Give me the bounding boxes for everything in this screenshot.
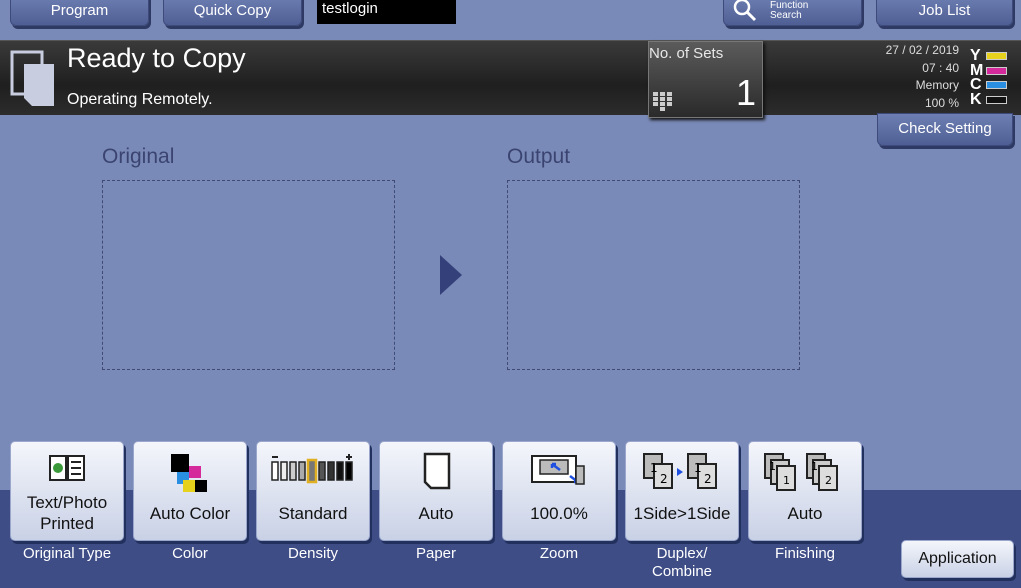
color-value: Auto Color: [149, 504, 231, 523]
duplex-label-line1: Duplex/: [656, 545, 708, 562]
original-type-line1: Text/Photo: [26, 493, 108, 512]
svg-text:1: 1: [694, 461, 702, 475]
finishing-icon: 1 1 1 2: [764, 453, 838, 491]
book-icon: [49, 455, 85, 481]
time-text: 07 : 40: [922, 60, 959, 75]
output-title: Output: [507, 145, 571, 168]
paper-icon: [423, 452, 451, 490]
zoom-label: Zoom: [539, 545, 579, 562]
status-bar: Ready to Copy Operating Remotely. No. of…: [0, 40, 1021, 118]
date-text: 27 / 02 / 2019: [885, 43, 959, 57]
status-title: Ready to Copy: [67, 43, 246, 73]
check-setting-button[interactable]: Check Setting: [877, 113, 1013, 146]
output-preview: [507, 180, 800, 370]
paper-label: Paper: [415, 545, 457, 562]
finishing-button[interactable]: 1 1 1 2 Auto: [748, 441, 862, 541]
zoom-value: 100.0%: [530, 504, 588, 523]
duplex-combine-button[interactable]: 1 2 1 2 1Side>1Side: [625, 441, 739, 541]
density-label: Density: [287, 545, 339, 562]
toner-bar-magenta: [986, 66, 1007, 75]
density-bars-icon: [271, 454, 353, 484]
density-button[interactable]: Standard: [256, 441, 370, 541]
paper-value: Auto: [418, 504, 454, 523]
sets-counter[interactable]: No. of Sets 1: [648, 41, 763, 118]
status-subtitle: Operating Remotely.: [67, 91, 213, 108]
function-search-line2: Search: [770, 10, 802, 21]
finishing-label: Finishing: [774, 545, 836, 562]
svg-text:2: 2: [825, 474, 832, 487]
duplex-combine-label: Duplex/ Combine: [625, 545, 739, 581]
login-user-field[interactable]: testlogin: [317, 0, 456, 24]
original-type-value: Text/Photo Printed: [11, 492, 123, 534]
toner-bar-yellow: [986, 52, 1007, 61]
finishing-value: Auto: [787, 504, 823, 523]
memory-label: Memory: [915, 78, 959, 92]
duplex-label-line2: Combine: [651, 563, 713, 580]
sets-label: No. of Sets: [649, 45, 724, 62]
application-button[interactable]: Application: [901, 540, 1014, 578]
original-preview: [102, 180, 395, 370]
svg-text:1: 1: [811, 460, 818, 473]
paper-button[interactable]: Auto: [379, 441, 493, 541]
keypad-icon: [653, 92, 672, 111]
color-label: Color: [172, 545, 208, 562]
original-type-label: Original Type: [22, 545, 112, 562]
svg-text:2: 2: [660, 472, 668, 486]
toner-bar-black: [986, 95, 1007, 104]
zoom-icon: [531, 455, 585, 485]
quick-copy-button[interactable]: Quick Copy: [163, 0, 302, 26]
toner-letter: K: [970, 90, 982, 108]
density-value: Standard: [278, 504, 348, 523]
svg-text:1: 1: [650, 461, 658, 475]
original-type-button[interactable]: Text/Photo Printed: [10, 441, 124, 541]
zoom-button[interactable]: 100.0%: [502, 441, 616, 541]
program-button[interactable]: Program: [10, 0, 149, 26]
toner-bar-cyan: [986, 81, 1007, 90]
svg-text:1: 1: [769, 460, 776, 473]
duplex-value: 1Side>1Side: [633, 504, 731, 523]
toner-levels: Y M C K: [970, 48, 1007, 108]
function-search-button[interactable]: Function Search: [723, 0, 862, 26]
job-list-button[interactable]: Job List: [876, 0, 1013, 26]
arrow-right-icon: [440, 255, 462, 295]
svg-text:2: 2: [704, 472, 712, 486]
svg-text:1: 1: [783, 474, 790, 487]
sets-value: 1: [735, 72, 756, 113]
memory-value: 100 %: [924, 95, 959, 110]
original-type-line2: Printed: [40, 514, 94, 533]
toner-row-k: K: [970, 90, 1007, 108]
copy-icon: [10, 50, 54, 106]
duplex-icon: 1 2 1 2: [643, 453, 717, 489]
original-title: Original: [102, 145, 175, 168]
color-squares-icon: [171, 454, 207, 492]
device-info: 27 / 02 / 2019 07 : 40 Memory 100 %: [886, 42, 959, 112]
search-icon: [733, 0, 757, 22]
color-button[interactable]: Auto Color: [133, 441, 247, 541]
